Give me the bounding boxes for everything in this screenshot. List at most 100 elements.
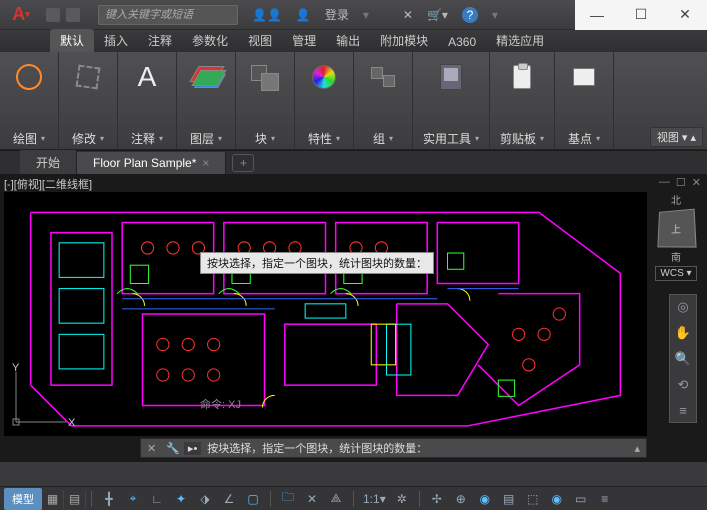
base-icon (573, 68, 595, 86)
app-logo[interactable]: A▾ (0, 0, 42, 30)
dynamic-input-tooltip: 按块选择，指定一个图块，统计图块的数量： (200, 252, 434, 274)
zoom-extents-icon[interactable]: 🔍 (675, 351, 691, 367)
binoculars-icon[interactable]: 👤👤 (252, 8, 282, 22)
pan-icon[interactable]: ✋ (675, 325, 691, 341)
properties-icon (312, 65, 336, 89)
panel-block[interactable]: 块 (236, 52, 295, 149)
command-echo: 命令: XJ (200, 396, 241, 412)
tab-addins[interactable]: 附加模块 (370, 29, 438, 52)
tab-featured[interactable]: 精选应用 (486, 29, 554, 52)
panel-util[interactable]: 实用工具 (413, 52, 490, 149)
snap-toggle[interactable]: ⌖ (121, 489, 145, 509)
viewport-minimize-icon[interactable]: — (659, 176, 670, 189)
text-icon: A (128, 58, 166, 96)
tab-a360[interactable]: A360 (438, 32, 486, 52)
model-tab[interactable]: 模型 (4, 488, 42, 510)
qat-item[interactable] (46, 8, 60, 22)
circle-icon (16, 64, 42, 90)
ribbon-view-dropdown[interactable]: 视图 ▾ ▴ (650, 127, 703, 147)
svg-text:X: X (68, 417, 76, 429)
quickprops-icon[interactable]: ▤ (497, 489, 521, 509)
panel-draw[interactable]: 绘图 (0, 52, 59, 149)
viewport-label[interactable]: [-][俯视][二维线框] (4, 176, 92, 192)
command-line[interactable]: ✕ 🔧 ▸• 按块选择，指定一个图块，统计图块的数量： ▴ (140, 438, 647, 458)
grid-toggle[interactable]: ╋ (97, 489, 121, 509)
layout-grid-icon[interactable]: ▦ (42, 490, 64, 508)
transparency-toggle[interactable]: ✕ (300, 489, 324, 509)
minimize-button[interactable]: — (575, 0, 619, 30)
modify-icon (76, 65, 101, 90)
viewport-close-icon[interactable]: ✕ (692, 176, 701, 189)
maximize-button[interactable]: ☐ (619, 0, 663, 30)
panel-group[interactable]: 组 (354, 52, 413, 149)
cmdline-prompt-icon: ▸• (184, 442, 201, 455)
tab-output[interactable]: 输出 (326, 29, 370, 52)
cmdline-history-icon[interactable]: ▴ (628, 442, 646, 455)
showmotion-icon[interactable]: ≡ (679, 403, 687, 418)
polar-toggle[interactable]: ✦ (169, 489, 193, 509)
cleanscreen-icon[interactable]: ▭ (569, 489, 593, 509)
svg-text:Y: Y (12, 362, 20, 374)
file-tab-document[interactable]: Floor Plan Sample*× (77, 152, 226, 174)
ribbon-tab-strip: 默认 插入 注释 参数化 视图 管理 输出 附加模块 A360 精选应用 (0, 30, 707, 52)
layout-grid2-icon[interactable]: ▤ (64, 490, 86, 508)
ribbon: 绘图 修改 A注释 图层 块 特性 组 实用工具 剪贴板 基点 视图 ▾ ▴ (0, 52, 707, 150)
ortho-toggle[interactable]: ∟ (145, 489, 169, 509)
cmdline-close-icon[interactable]: ✕ (141, 442, 162, 455)
help-icon[interactable]: ? (462, 7, 478, 23)
cmdline-config-icon[interactable]: 🔧 (162, 442, 184, 455)
workspace-icon[interactable]: ✢ (425, 489, 449, 509)
file-tab-add[interactable]: + (232, 154, 254, 172)
calculator-icon (440, 64, 462, 90)
tab-view[interactable]: 视图 (238, 29, 282, 52)
search-input[interactable]: 键入关键字或短语 (98, 5, 238, 25)
cycling-toggle[interactable]: ⟁ (324, 489, 348, 509)
drawing-canvas[interactable] (4, 192, 647, 436)
login-link[interactable]: 登录 (325, 6, 349, 23)
isodraft-toggle[interactable]: ⬗ (193, 489, 217, 509)
osnap-toggle[interactable]: ▢ (241, 489, 265, 509)
viewcube[interactable]: 北 上 南 WCS ▾ (651, 192, 701, 281)
units-icon[interactable]: ◉ (473, 489, 497, 509)
navigation-bar[interactable]: ◎ ✋ 🔍 ⟲ ≡ (669, 294, 697, 423)
panel-modify[interactable]: 修改 (59, 52, 118, 149)
viewcube-face[interactable]: 上 (657, 209, 696, 248)
file-tab-start[interactable]: 开始 (20, 150, 77, 175)
cmdline-text[interactable]: 按块选择，指定一个图块，统计图块的数量： (203, 440, 628, 456)
anno-toggle[interactable]: ✲ (390, 489, 414, 509)
orbit-icon[interactable]: ⟲ (678, 377, 689, 393)
floorplan-svg (4, 192, 647, 436)
ucs-icon: X Y (6, 362, 76, 432)
hardware-accel-icon[interactable]: ⬚ (521, 489, 545, 509)
quick-access-toolbar[interactable] (46, 8, 80, 22)
qat-item[interactable] (66, 8, 80, 22)
layers-icon (192, 66, 220, 88)
group-icon (371, 67, 395, 87)
block-icon (251, 65, 279, 89)
close-button[interactable]: ✕ (663, 0, 707, 30)
anno-scale[interactable]: 1:1▾ (359, 489, 390, 509)
otrack-toggle[interactable]: ∠ (217, 489, 241, 509)
close-icon[interactable]: × (202, 156, 209, 170)
panel-annotate[interactable]: A注释 (118, 52, 177, 149)
viewport-maximize-icon[interactable]: ☐ (676, 176, 686, 189)
tab-default[interactable]: 默认 (50, 29, 94, 52)
user-icon[interactable]: 👤 (296, 8, 311, 22)
panel-layer[interactable]: 图层 (177, 52, 236, 149)
panel-basepoint[interactable]: 基点 (555, 52, 614, 149)
clipboard-icon (513, 65, 531, 89)
anno-monitor-icon[interactable]: ⊕ (449, 489, 473, 509)
tab-manage[interactable]: 管理 (282, 29, 326, 52)
panel-clipboard[interactable]: 剪贴板 (490, 52, 555, 149)
exchange-icon[interactable]: ✕ (403, 8, 413, 22)
tab-annotate[interactable]: 注释 (138, 29, 182, 52)
lineweight-toggle[interactable]: 🗀 (276, 489, 300, 509)
wcs-label[interactable]: WCS ▾ (655, 266, 696, 281)
panel-props[interactable]: 特性 (295, 52, 354, 149)
tab-insert[interactable]: 插入 (94, 29, 138, 52)
steering-wheel-icon[interactable]: ◎ (677, 299, 688, 315)
customize-icon[interactable]: ≡ (593, 489, 617, 509)
isolate-icon[interactable]: ◉ (545, 489, 569, 509)
cart-icon[interactable]: 🛒▾ (427, 8, 448, 22)
tab-parametric[interactable]: 参数化 (182, 29, 238, 52)
